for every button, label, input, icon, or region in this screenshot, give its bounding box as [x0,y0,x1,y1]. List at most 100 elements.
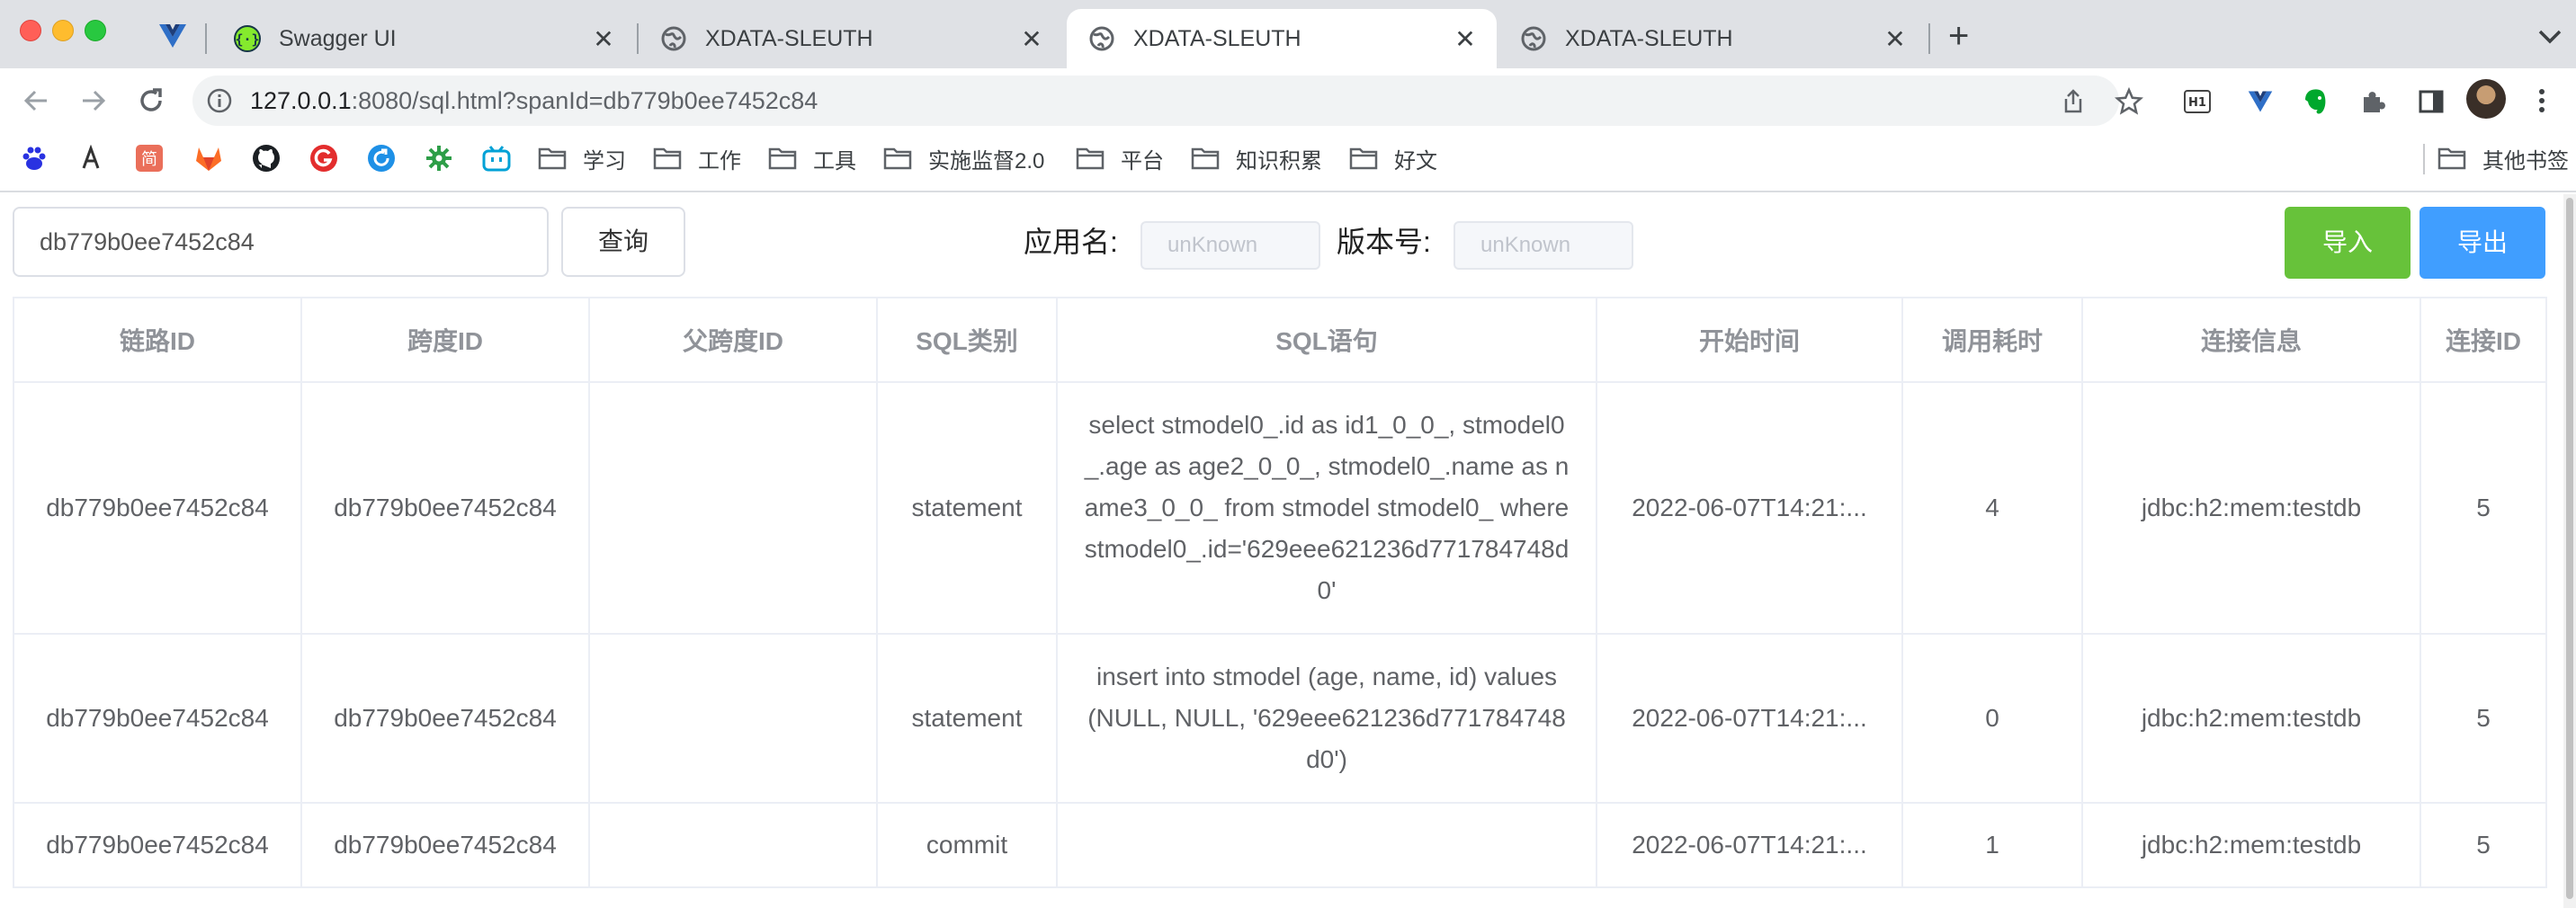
bilibili-icon[interactable] [480,142,513,174]
tab-title: XDATA-SLEUTH [705,25,873,51]
version-input[interactable]: unKnown [1453,221,1633,270]
query-button[interactable]: 查询 [561,207,685,277]
bookmark-folder-articles[interactable]: 好文 [1349,138,1437,178]
cell-span-id: db779b0ee7452c84 [300,802,590,888]
cell-trace-id: db779b0ee7452c84 [13,381,302,635]
close-icon[interactable]: ✕ [1018,24,1045,54]
cell-sql-type: statement [876,633,1058,804]
bookmark-folder-other[interactable]: 其他书签 [2437,138,2569,178]
h1-extension-icon[interactable]: H1 [2182,86,2213,117]
pinned-tab-vue-icon[interactable] [153,16,192,56]
bookmark-separator [2423,144,2425,174]
profile-avatar[interactable] [2466,79,2506,119]
cell-sql-statement [1056,802,1597,888]
header-trace-id[interactable]: 链路ID [13,297,302,383]
page-scrollbar[interactable] [2563,194,2576,908]
tab-xdata-sleuth-3[interactable]: XDATA-SLEUTH ✕ [1498,9,1927,68]
bookmark-label: 其他书签 [2482,148,2569,174]
span-id-input[interactable]: db779b0ee7452c84 [13,207,549,277]
svg-text:简: 简 [141,150,157,169]
folder-icon [1349,147,1378,170]
table-header-row: 链路ID 跨度ID 父跨度ID SQL类别 SQL语句 开始时间 调用耗时 连接… [13,297,2547,383]
puzzle-icon[interactable] [2358,86,2389,117]
forward-arrow-icon[interactable] [76,83,112,119]
close-icon[interactable]: ✕ [590,24,617,54]
bookmark-folder-study[interactable]: 学习 [538,138,626,178]
cell-duration: 4 [1901,381,2083,635]
header-span-id[interactable]: 跨度ID [300,297,590,383]
header-start-time[interactable]: 开始时间 [1596,297,1903,383]
cell-parent-span-id [588,633,878,804]
tab-separator [205,23,207,54]
minimize-window-button[interactable] [52,20,74,41]
export-button[interactable]: 导出 [2419,207,2545,279]
maximize-window-button[interactable] [85,20,106,41]
table-row[interactable]: db779b0ee7452c84 db779b0ee7452c84 commit… [13,802,2547,888]
folder-icon [653,147,682,170]
share-icon[interactable] [2058,86,2089,117]
more-menu-icon[interactable] [2536,83,2547,119]
folder-icon [2437,147,2466,170]
header-sql-type[interactable]: SQL类别 [876,297,1058,383]
ali-icon[interactable] [76,142,108,174]
site-info-icon[interactable] [205,86,234,115]
cell-sql-type: statement [876,381,1058,635]
tab-swagger-ui[interactable]: {·} Swagger UI ✕ [212,9,635,68]
close-icon[interactable]: ✕ [1452,24,1479,54]
header-sql-statement[interactable]: SQL语句 [1056,297,1597,383]
baidu-icon[interactable] [18,142,50,174]
tab-search-chevron-down-icon[interactable] [2536,18,2563,54]
table-row[interactable]: db779b0ee7452c84 db779b0ee7452c84 statem… [13,381,2547,635]
bookmark-label: 工作 [698,148,741,174]
close-window-button[interactable] [20,20,41,41]
sidepanel-icon[interactable] [2416,86,2446,117]
cell-connection-info: jdbc:h2:mem:testdb [2081,633,2421,804]
star-icon[interactable] [2114,86,2144,117]
header-connection-id[interactable]: 连接ID [2419,297,2547,383]
reload-icon[interactable] [133,83,169,119]
sql-table: 链路ID 跨度ID 父跨度ID SQL类别 SQL语句 开始时间 调用耗时 连接… [13,297,2547,888]
tab-xdata-sleuth-1[interactable]: XDATA-SLEUTH ✕ [639,9,1063,68]
table-row[interactable]: db779b0ee7452c84 db779b0ee7452c84 statem… [13,633,2547,804]
cell-connection-id: 5 [2419,802,2547,888]
back-arrow-icon[interactable] [18,83,54,119]
cell-duration: 0 [1901,633,2083,804]
new-tab-plus-icon[interactable]: + [1948,16,1969,56]
folder-icon [1191,147,1220,170]
bookmark-folder-tools[interactable]: 工具 [768,138,856,178]
cell-connection-info: jdbc:h2:mem:testdb [2081,381,2421,635]
address-bar[interactable]: 127.0.0.1:8080/sql.html?spanId=db779b0ee… [192,76,2119,126]
tab-xdata-sleuth-active[interactable]: XDATA-SLEUTH ✕ [1067,9,1497,68]
bookmark-label: 好文 [1394,148,1437,174]
bookmark-folder-supervision[interactable]: 实施监督2.0 [883,138,1044,178]
cell-sql-statement: select stmodel0_.id as id1_0_0_, stmodel… [1056,381,1597,635]
gear-green-icon[interactable] [423,142,455,174]
scrollbar-thumb[interactable] [2566,198,2573,899]
close-icon[interactable]: ✕ [1882,24,1909,54]
tab-title: Swagger UI [279,25,397,51]
bookmark-folder-work[interactable]: 工作 [653,138,741,178]
folder-icon [768,147,797,170]
vue-extension-icon[interactable] [2245,86,2276,117]
evernote-icon[interactable] [2301,86,2331,117]
app-name-input[interactable]: unKnown [1140,221,1320,270]
header-parent-span-id[interactable]: 父跨度ID [588,297,878,383]
github-icon[interactable] [250,142,282,174]
header-connection-info[interactable]: 连接信息 [2081,297,2421,383]
gitlab-icon[interactable] [192,142,225,174]
g-icon[interactable] [308,142,340,174]
header-duration[interactable]: 调用耗时 [1901,297,2083,383]
version-label: 版本号: [1337,226,1431,258]
cell-connection-id: 5 [2419,633,2547,804]
import-button[interactable]: 导入 [2285,207,2411,279]
bookmark-folder-knowledge[interactable]: 知识积累 [1191,138,1322,178]
globe-icon [1520,25,1547,52]
bookmark-folder-platform[interactable]: 平台 [1076,138,1164,178]
cell-trace-id: db779b0ee7452c84 [13,802,302,888]
cell-connection-id: 5 [2419,381,2547,635]
tab-separator [1928,23,1930,54]
refresh-blue-icon[interactable] [365,142,398,174]
cell-start-time: 2022-06-07T14:21:... [1596,802,1903,888]
bookmark-label: 知识积累 [1236,148,1322,174]
jianshu-icon[interactable]: 简 [133,142,165,174]
